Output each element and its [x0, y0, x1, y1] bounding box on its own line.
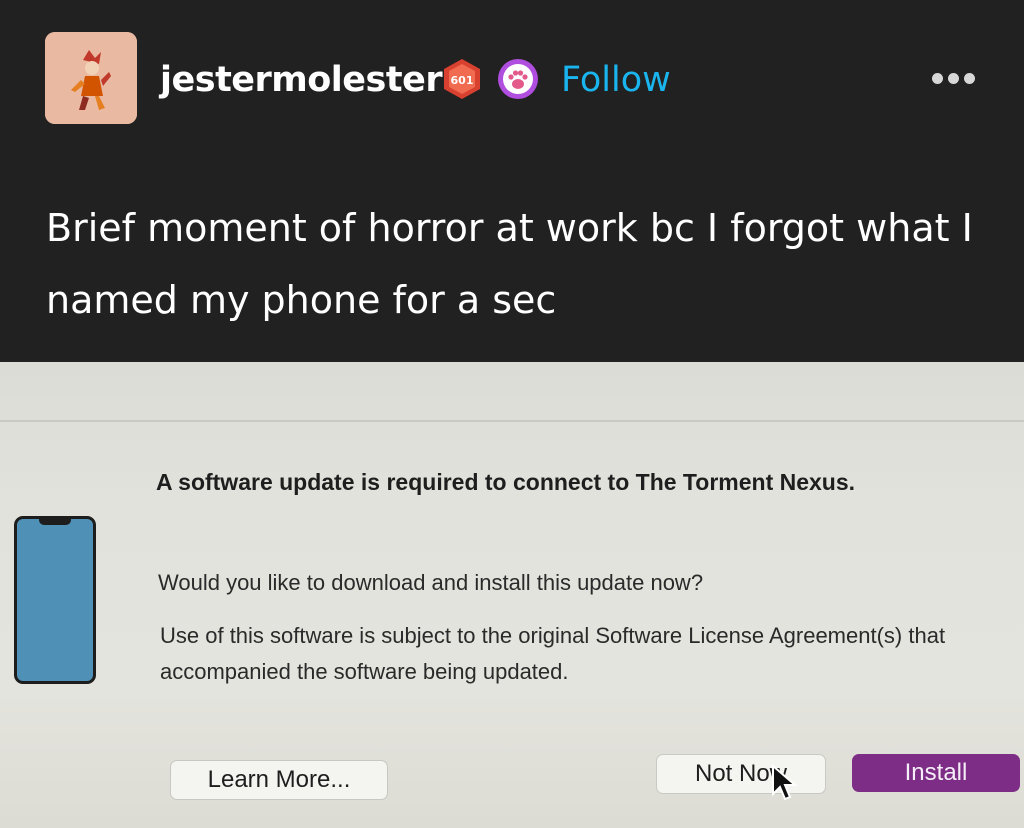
username[interactable]: jestermolester — [160, 58, 443, 102]
avatar-jester-icon — [45, 32, 137, 124]
dialog-license-text: Use of this software is subject to the o… — [160, 623, 946, 684]
dialog-edge — [0, 420, 1024, 422]
not-now-button[interactable]: Not Now — [656, 754, 826, 794]
avatar[interactable] — [45, 32, 137, 124]
post-photo[interactable]: A software update is required to connect… — [0, 362, 1024, 828]
install-button[interactable]: Install — [852, 754, 1020, 792]
post-header: jestermolester 601 Follow Brief moment o… — [0, 0, 1024, 362]
more-options-icon[interactable] — [928, 60, 980, 96]
level-badge-icon[interactable]: 601 — [441, 58, 483, 100]
dialog-question: Would you like to download and install t… — [158, 570, 704, 595]
paw-badge-icon[interactable] — [497, 58, 539, 100]
mouse-cursor-icon — [772, 764, 798, 801]
dialog-title: A software update is required to connect… — [156, 469, 856, 495]
follow-button[interactable]: Follow — [561, 58, 671, 102]
phone-icon — [14, 516, 96, 684]
badge-level-text: 601 — [451, 74, 474, 87]
learn-more-button[interactable]: Learn More... — [170, 760, 388, 800]
post-body: Brief moment of horror at work bc I forg… — [46, 206, 973, 322]
